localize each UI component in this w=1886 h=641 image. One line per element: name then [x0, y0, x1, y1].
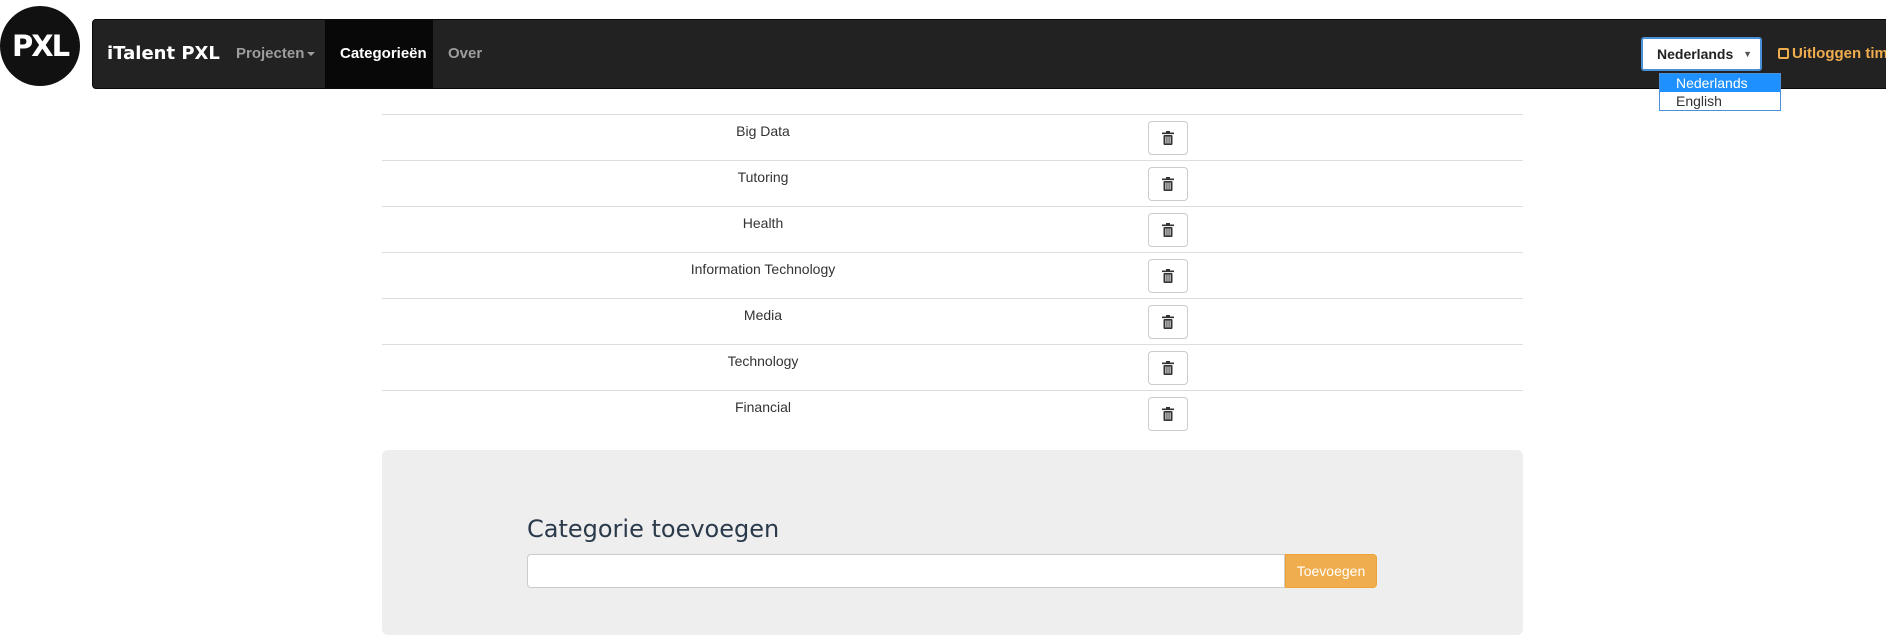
trash-icon: [1162, 269, 1174, 283]
table-row: Financial: [382, 390, 1523, 436]
nav-over-label: Over: [448, 45, 483, 62]
language-option-nederlands[interactable]: Nederlands: [1660, 74, 1780, 92]
delete-category-button[interactable]: [1148, 397, 1188, 431]
caret-down-icon: [307, 52, 316, 57]
category-name: Financial: [734, 399, 792, 415]
table-row: Technology: [382, 344, 1523, 390]
nav-over[interactable]: Over: [433, 20, 497, 88]
category-name: Technology: [727, 353, 799, 369]
table-row: Big Data: [382, 114, 1523, 160]
brand-link[interactable]: iTalent PXL: [107, 20, 220, 88]
delete-category-button[interactable]: [1148, 121, 1188, 155]
trash-icon: [1162, 223, 1174, 237]
delete-category-button[interactable]: [1148, 167, 1188, 201]
select-arrow-icon: ▼: [1743, 49, 1752, 59]
delete-category-button[interactable]: [1148, 213, 1188, 247]
category-name: Information Technology: [690, 261, 836, 277]
pxl-logo[interactable]: PXL: [0, 6, 80, 86]
add-category-button[interactable]: Toevoegen: [1285, 554, 1377, 588]
trash-icon: [1162, 407, 1174, 421]
category-name: Health: [742, 215, 784, 231]
category-name: Big Data: [736, 123, 790, 139]
table-row: Health: [382, 206, 1523, 252]
trash-icon: [1162, 131, 1174, 145]
trash-icon: [1162, 315, 1174, 329]
categories-table: Big Data Tutoring Health Information Tec…: [382, 114, 1523, 436]
add-category-title: Categorie toevoegen: [527, 515, 780, 543]
logout-icon: [1778, 48, 1789, 59]
delete-category-button[interactable]: [1148, 259, 1188, 293]
category-name-input[interactable]: [527, 554, 1285, 588]
nav-categorieen[interactable]: Categorieën: [325, 20, 433, 88]
language-select-value: Nederlands: [1657, 46, 1734, 62]
table-row: Tutoring: [382, 160, 1523, 206]
table-row: Media: [382, 298, 1523, 344]
logout-label: Uitloggen tim: [1792, 45, 1886, 62]
trash-icon: [1162, 361, 1174, 375]
language-select[interactable]: Nederlands ▼: [1641, 37, 1762, 71]
category-name: Media: [743, 307, 783, 323]
nav-categorieen-label: Categorieën: [340, 45, 427, 62]
delete-category-button[interactable]: [1148, 351, 1188, 385]
logo-text: PXL: [11, 29, 70, 63]
language-option-english[interactable]: English: [1660, 92, 1780, 110]
add-category-panel: Categorie toevoegen Toevoegen: [382, 450, 1523, 635]
logout-link[interactable]: Uitloggen tim: [1778, 20, 1886, 88]
table-row: Information Technology: [382, 252, 1523, 298]
navbar: iTalent PXL Projecten Categorieën Over N…: [92, 19, 1886, 89]
category-name: Tutoring: [737, 169, 789, 185]
language-dropdown-list: Nederlands English: [1659, 73, 1781, 111]
nav-projecten-dropdown[interactable]: Projecten: [221, 20, 330, 88]
delete-category-button[interactable]: [1148, 305, 1188, 339]
nav-projecten-label: Projecten: [236, 45, 305, 62]
trash-icon: [1162, 177, 1174, 191]
